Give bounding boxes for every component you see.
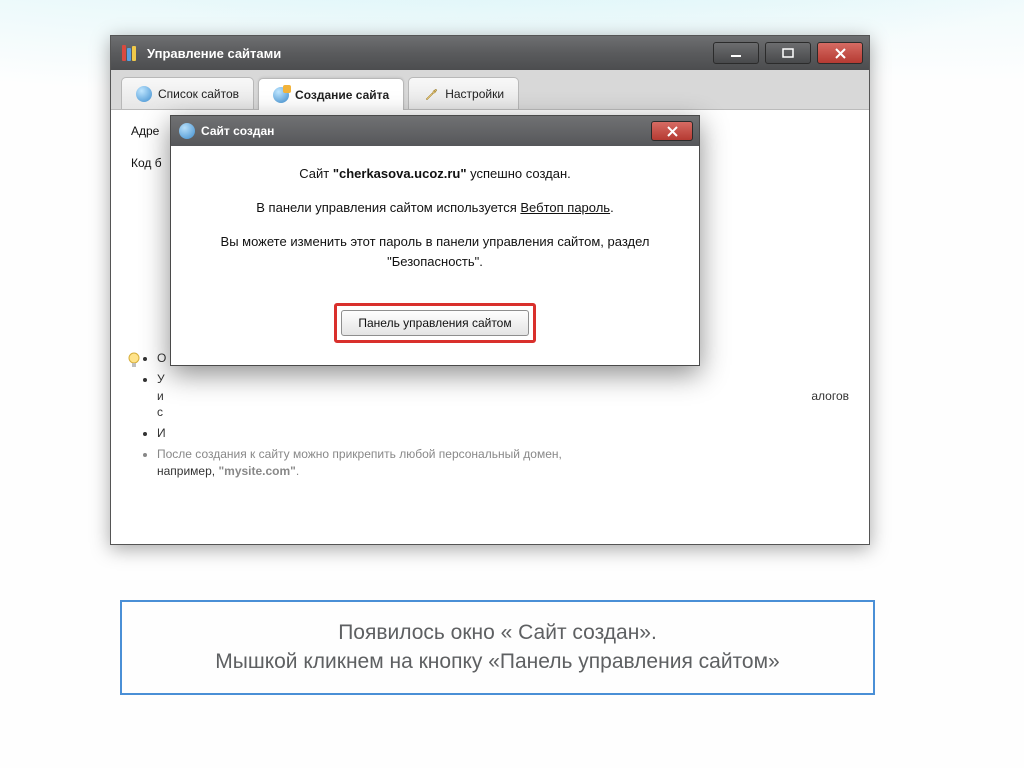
caption-line-1: Появилось окно « Сайт создан». xyxy=(140,618,855,647)
dialog-close-button[interactable] xyxy=(651,121,693,141)
dialog-line-3: Вы можете изменить этот пароль в панели … xyxy=(195,232,675,272)
caption-line-2: Мышкой кликнем на кнопку «Панель управле… xyxy=(140,647,855,676)
tab-label: Список сайтов xyxy=(158,87,239,101)
webtop-password-link[interactable]: Вебтоп пароль xyxy=(520,200,610,215)
maximize-button[interactable] xyxy=(765,42,811,64)
window-titlebar[interactable]: Управление сайтами xyxy=(111,36,869,70)
highlight-box: Панель управления сайтом xyxy=(334,303,535,343)
list-item: У и алогов с xyxy=(157,371,849,421)
close-button[interactable] xyxy=(817,42,863,64)
dialog-title: Сайт создан xyxy=(201,124,274,138)
tab-site-list[interactable]: Список сайтов xyxy=(121,77,254,109)
globe-icon xyxy=(179,123,195,139)
tab-label: Настройки xyxy=(445,87,504,101)
tab-settings[interactable]: Настройки xyxy=(408,77,519,109)
minimize-button[interactable] xyxy=(713,42,759,64)
dialog-titlebar[interactable]: Сайт создан xyxy=(171,116,699,146)
dialog-body: Сайт "cherkasova.ucoz.ru" успешно создан… xyxy=(171,146,699,365)
hints-block: О У и алогов с И После создания к сайту … xyxy=(131,350,849,484)
screenshot-stage: Управление сайтами Список сайтов xyxy=(110,35,870,545)
tab-bar: Список сайтов Создание сайта Настройки xyxy=(111,70,869,110)
list-item: И xyxy=(157,425,849,442)
control-panel-button[interactable]: Панель управления сайтом xyxy=(341,310,528,336)
app-icon xyxy=(121,44,139,62)
tab-create-site[interactable]: Создание сайта xyxy=(258,78,404,110)
wrench-icon xyxy=(423,86,439,102)
window-controls xyxy=(713,42,863,64)
dialog-site-created: Сайт создан Сайт "cherkasova.ucoz.ru" ус… xyxy=(170,115,700,366)
tab-label: Создание сайта xyxy=(295,88,389,102)
globe-icon xyxy=(136,86,152,102)
list-item: После создания к сайту можно прикрепить … xyxy=(157,446,849,480)
window-title: Управление сайтами xyxy=(147,46,713,61)
bulb-icon xyxy=(127,352,141,370)
dialog-line-1: Сайт "cherkasova.ucoz.ru" успешно создан… xyxy=(195,164,675,184)
instruction-caption: Появилось окно « Сайт создан». Мышкой кл… xyxy=(120,600,875,695)
globe-plus-icon xyxy=(273,87,289,103)
dialog-line-2: В панели управления сайтом используется … xyxy=(195,198,675,218)
